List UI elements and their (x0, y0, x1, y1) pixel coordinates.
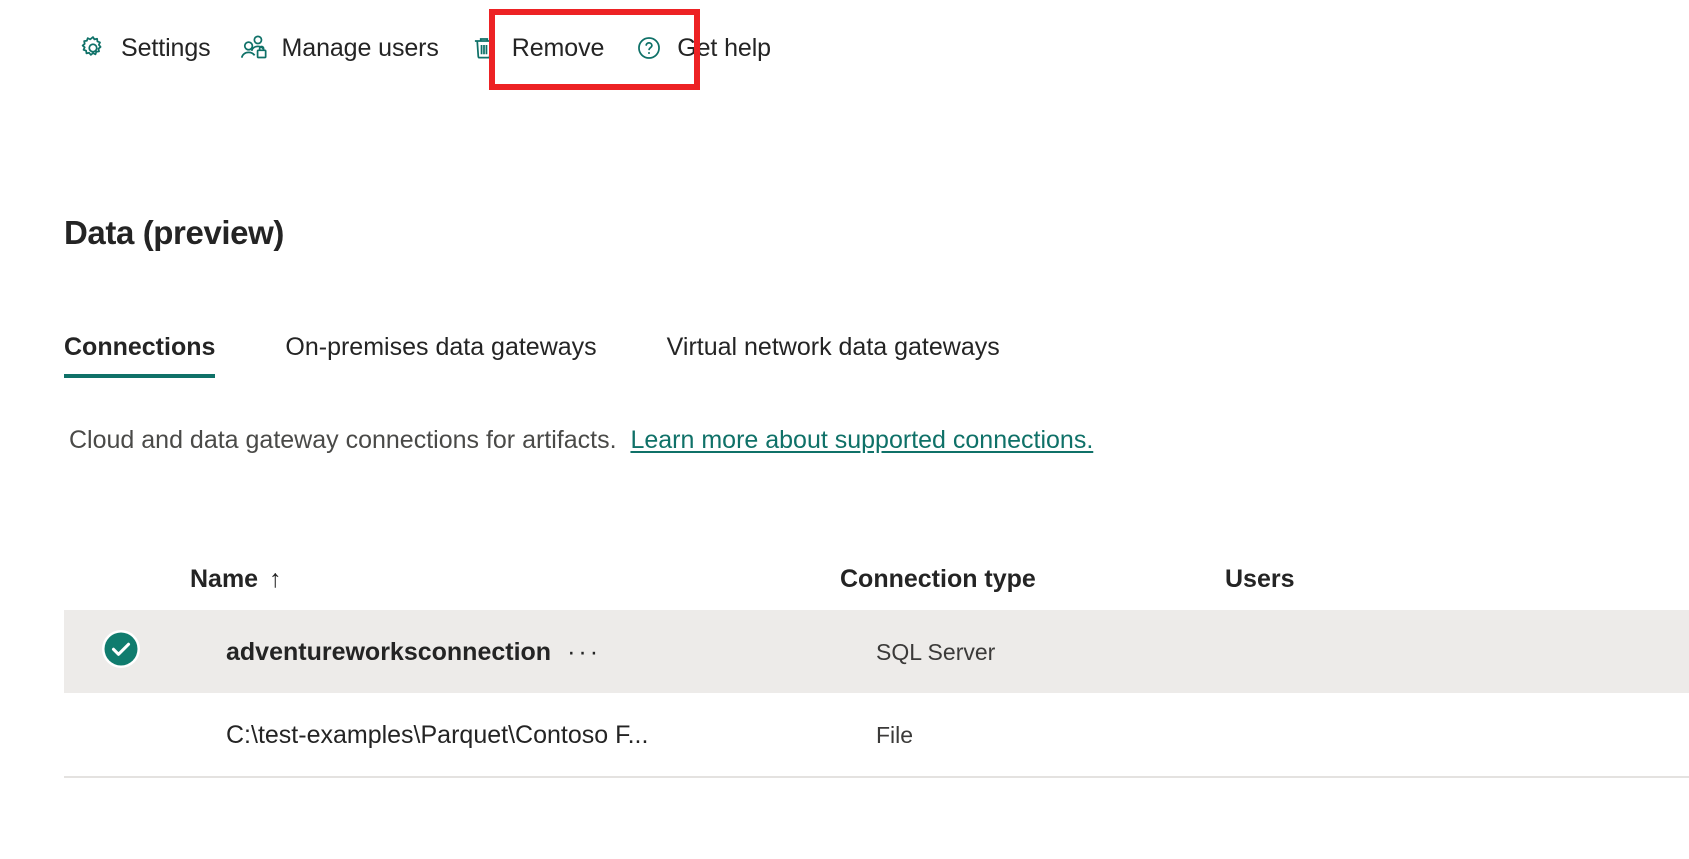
column-header-connection-type-label: Connection type (840, 565, 1036, 593)
column-header-name[interactable]: Name ↑ (190, 564, 840, 594)
settings-button[interactable]: Settings (64, 25, 225, 71)
row-connection-type-cell: SQL Server (876, 636, 1261, 668)
settings-label: Settings (121, 33, 211, 63)
tab-virtual-network-data-gateways-label: Virtual network data gateways (667, 333, 1000, 361)
trash-icon (469, 33, 499, 63)
row-name-cell[interactable]: adventureworksconnection ··· (226, 636, 876, 668)
learn-more-link[interactable]: Learn more about supported connections. (630, 426, 1093, 454)
get-help-label: Get help (677, 33, 771, 63)
row-name-text: C:\test-examples\Parquet\Contoso F... (226, 719, 648, 751)
tab-description-text: Cloud and data gateway connections for a… (69, 426, 617, 454)
tab-on-premises-data-gateways[interactable]: On-premises data gateways (285, 330, 596, 378)
gear-icon (78, 33, 108, 63)
row-more-options-icon[interactable]: ··· (567, 642, 601, 662)
row-connection-type-cell: File (876, 719, 1261, 751)
column-header-users-label: Users (1225, 565, 1295, 593)
manage-users-button[interactable]: Manage users (225, 25, 453, 71)
sort-ascending-icon: ↑ (269, 564, 282, 594)
tab-on-premises-data-gateways-label: On-premises data gateways (285, 333, 596, 361)
column-header-connection-type[interactable]: Connection type (840, 564, 1225, 594)
get-help-button[interactable]: Get help (620, 25, 785, 71)
row-name-text: adventureworksconnection (226, 636, 551, 668)
page-title: Data (preview) (64, 211, 284, 255)
question-circle-icon (634, 33, 664, 63)
tab-description: Cloud and data gateway connections for a… (69, 423, 1093, 457)
row-name-cell[interactable]: C:\test-examples\Parquet\Contoso F... (226, 719, 876, 751)
manage-users-label: Manage users (282, 33, 439, 63)
tab-list: Connections On-premises data gateways Vi… (64, 330, 1070, 378)
tab-connections-label: Connections (64, 333, 215, 361)
tab-connections[interactable]: Connections (64, 330, 215, 378)
table-row[interactable]: adventureworksconnection ··· SQL Server (64, 610, 1689, 693)
command-toolbar: Settings Manage users (0, 0, 1689, 100)
command-toolbar-items: Settings Manage users (64, 25, 785, 71)
check-circle-icon (100, 628, 142, 675)
people-lock-icon (239, 33, 269, 63)
table-header-row: Name ↑ Connection type Users (64, 548, 1689, 610)
remove-label: Remove (512, 33, 605, 63)
column-header-users[interactable]: Users (1225, 564, 1525, 594)
connections-table: Name ↑ Connection type Users adventurewor… (64, 548, 1689, 778)
tab-virtual-network-data-gateways[interactable]: Virtual network data gateways (667, 330, 1000, 378)
column-header-name-label: Name (190, 565, 258, 593)
table-row[interactable]: C:\test-examples\Parquet\Contoso F... Fi… (64, 693, 1689, 778)
remove-button[interactable]: Remove (455, 25, 619, 71)
row-selected-checkbox[interactable] (64, 628, 226, 675)
